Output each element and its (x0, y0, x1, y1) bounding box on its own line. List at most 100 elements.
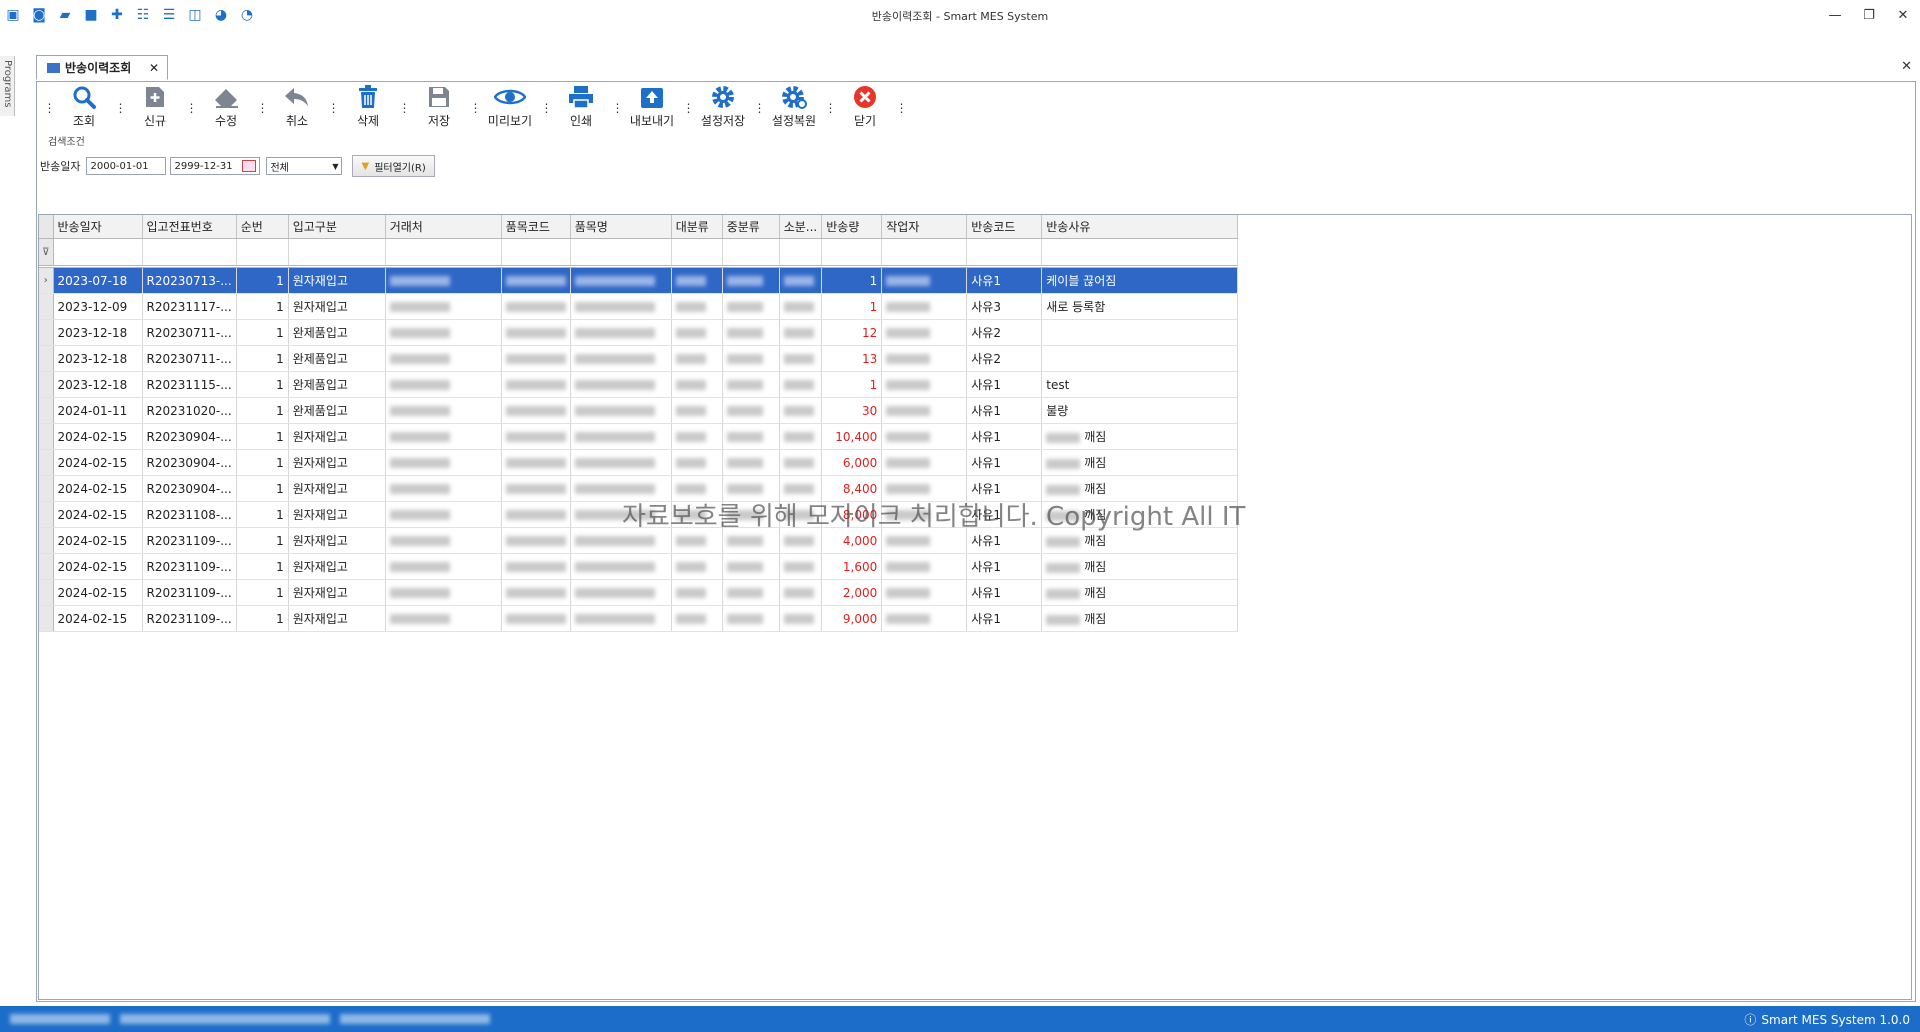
cell-seq[interactable]: 1 (236, 475, 289, 502)
row-indicator[interactable] (39, 527, 54, 554)
column-header[interactable]: 거래처 (385, 215, 502, 239)
row-indicator[interactable] (39, 319, 54, 346)
programs-sidebar[interactable]: Programs (0, 56, 15, 116)
column-header[interactable]: 대분류 (671, 215, 723, 239)
cell-worker[interactable] (881, 579, 968, 606)
row-indicator[interactable] (39, 553, 54, 580)
cell-return-date[interactable]: 2024-01-11 (53, 397, 143, 424)
cell-masked[interactable] (779, 605, 823, 632)
cell-return-qty[interactable]: 1 (821, 266, 883, 294)
cell-return-code[interactable]: 사유1 (966, 605, 1043, 632)
preview-button[interactable]: 미리보기 (483, 84, 537, 132)
cell-masked[interactable] (385, 449, 502, 476)
cell-seq[interactable]: 1 (236, 345, 289, 372)
cell-return-code[interactable]: 사유1 (966, 266, 1043, 294)
cell-doc-number[interactable]: R20230904-... (142, 475, 237, 502)
cell-masked[interactable] (501, 475, 571, 502)
cell-masked[interactable] (779, 449, 823, 476)
cell-return-reason[interactable]: 깨짐 (1041, 579, 1239, 606)
cell-masked[interactable] (779, 553, 823, 580)
cell-return-qty[interactable]: 13 (821, 345, 883, 372)
cell-worker[interactable] (881, 553, 968, 580)
row-indicator[interactable]: › (39, 266, 54, 294)
date-from-input[interactable]: 2000-01-01 (86, 157, 167, 175)
cell-doc-number[interactable]: R20231117-... (142, 293, 237, 320)
cell-seq[interactable]: 1 (236, 501, 289, 528)
minimize-button[interactable]: — (1818, 0, 1852, 30)
cell-seq[interactable]: 1 (236, 293, 289, 320)
cell-seq[interactable]: 1 (236, 527, 289, 554)
table-row[interactable]: 2024-01-11 R20231020-... 1 완제품입고 30 사유1 불량 (39, 397, 1247, 424)
column-header[interactable]: 반송코드 (966, 215, 1043, 239)
row-indicator[interactable] (39, 345, 54, 372)
date-to-input[interactable]: 2999-12-31 (170, 157, 261, 175)
cell-masked[interactable] (671, 579, 723, 606)
cell-masked[interactable] (779, 397, 823, 424)
cell-return-code[interactable]: 사유1 (966, 423, 1043, 450)
cell-masked[interactable] (779, 266, 823, 294)
cell-doc-number[interactable]: R20231109-... (142, 527, 237, 554)
cell-masked[interactable] (385, 371, 502, 398)
table-row[interactable]: 2023-12-09 R20231117-... 1 원자재입고 1 사유3 새로 등록함 (39, 293, 1247, 320)
cell-receipt-type[interactable]: 원자재입고 (288, 579, 386, 606)
cell-receipt-type[interactable]: 완제품입고 (288, 371, 386, 398)
cell-return-qty[interactable]: 10,400 (821, 423, 883, 450)
table-row[interactable]: 2024-02-15 R20231109-... 1 원자재입고 9,000 사유1 깨짐 (39, 605, 1247, 632)
cell-receipt-type[interactable]: 원자재입고 (288, 527, 386, 554)
cell-return-code[interactable]: 사유1 (966, 553, 1043, 580)
table-row[interactable]: 2023-12-18 R20230711-... 1 완제품입고 13 사유2 (39, 345, 1247, 372)
cell-doc-number[interactable]: R20231115-... (142, 371, 237, 398)
row-indicator[interactable] (39, 423, 54, 450)
cell-worker[interactable] (881, 319, 968, 346)
cell-worker[interactable] (881, 266, 968, 294)
cell-doc-number[interactable]: R20230713-... (142, 266, 237, 294)
cell-masked[interactable] (570, 423, 672, 450)
cell-doc-number[interactable]: R20231109-... (142, 553, 237, 580)
column-header[interactable]: 품목명 (570, 215, 672, 239)
cell-masked[interactable] (722, 266, 780, 294)
export-button[interactable]: 내보내기 (625, 84, 679, 132)
cell-return-qty[interactable]: 9,000 (821, 605, 883, 632)
cell-receipt-type[interactable]: 원자재입고 (288, 293, 386, 320)
cell-masked[interactable] (722, 423, 780, 450)
cell-return-code[interactable]: 사유1 (966, 371, 1043, 398)
delete-button[interactable]: 삭제 (341, 84, 395, 132)
cell-return-qty[interactable]: 2,000 (821, 579, 883, 606)
cell-masked[interactable] (501, 371, 571, 398)
cell-masked[interactable] (779, 345, 823, 372)
save-button[interactable]: 저장 (412, 84, 466, 132)
row-indicator[interactable] (39, 605, 54, 632)
close-button[interactable]: 닫기 (838, 84, 892, 132)
cell-masked[interactable] (570, 553, 672, 580)
cell-masked[interactable] (570, 579, 672, 606)
cell-return-qty[interactable]: 1,600 (821, 553, 883, 580)
cell-masked[interactable] (671, 449, 723, 476)
cell-masked[interactable] (501, 449, 571, 476)
cell-masked[interactable] (385, 397, 502, 424)
cell-masked[interactable] (779, 579, 823, 606)
cell-worker[interactable] (881, 293, 968, 320)
cell-return-date[interactable]: 2023-12-18 (53, 319, 143, 346)
cell-masked[interactable] (722, 579, 780, 606)
cell-doc-number[interactable]: R20230711-... (142, 319, 237, 346)
table-row[interactable]: 2024-02-15 R20230904-... 1 원자재입고 6,000 사유1 깨짐 (39, 449, 1247, 476)
cell-masked[interactable] (722, 553, 780, 580)
cell-masked[interactable] (385, 579, 502, 606)
tab-close-icon[interactable]: ✕ (149, 61, 159, 75)
cell-seq[interactable]: 1 (236, 579, 289, 606)
cell-doc-number[interactable]: R20230904-... (142, 449, 237, 476)
cell-masked[interactable] (671, 605, 723, 632)
cell-masked[interactable] (570, 371, 672, 398)
close-window-button[interactable]: ✕ (1886, 0, 1920, 30)
table-row[interactable]: 2023-12-18 R20231115-... 1 완제품입고 1 사유1 test (39, 371, 1247, 398)
cell-doc-number[interactable]: R20230711-... (142, 345, 237, 372)
cell-return-code[interactable]: 사유1 (966, 449, 1043, 476)
cell-masked[interactable] (671, 266, 723, 294)
cell-masked[interactable] (671, 423, 723, 450)
cell-return-date[interactable]: 2023-12-18 (53, 345, 143, 372)
cell-masked[interactable] (385, 527, 502, 554)
cell-masked[interactable] (385, 266, 502, 294)
cell-masked[interactable] (570, 345, 672, 372)
cell-masked[interactable] (385, 423, 502, 450)
cell-return-date[interactable]: 2024-02-15 (53, 553, 143, 580)
